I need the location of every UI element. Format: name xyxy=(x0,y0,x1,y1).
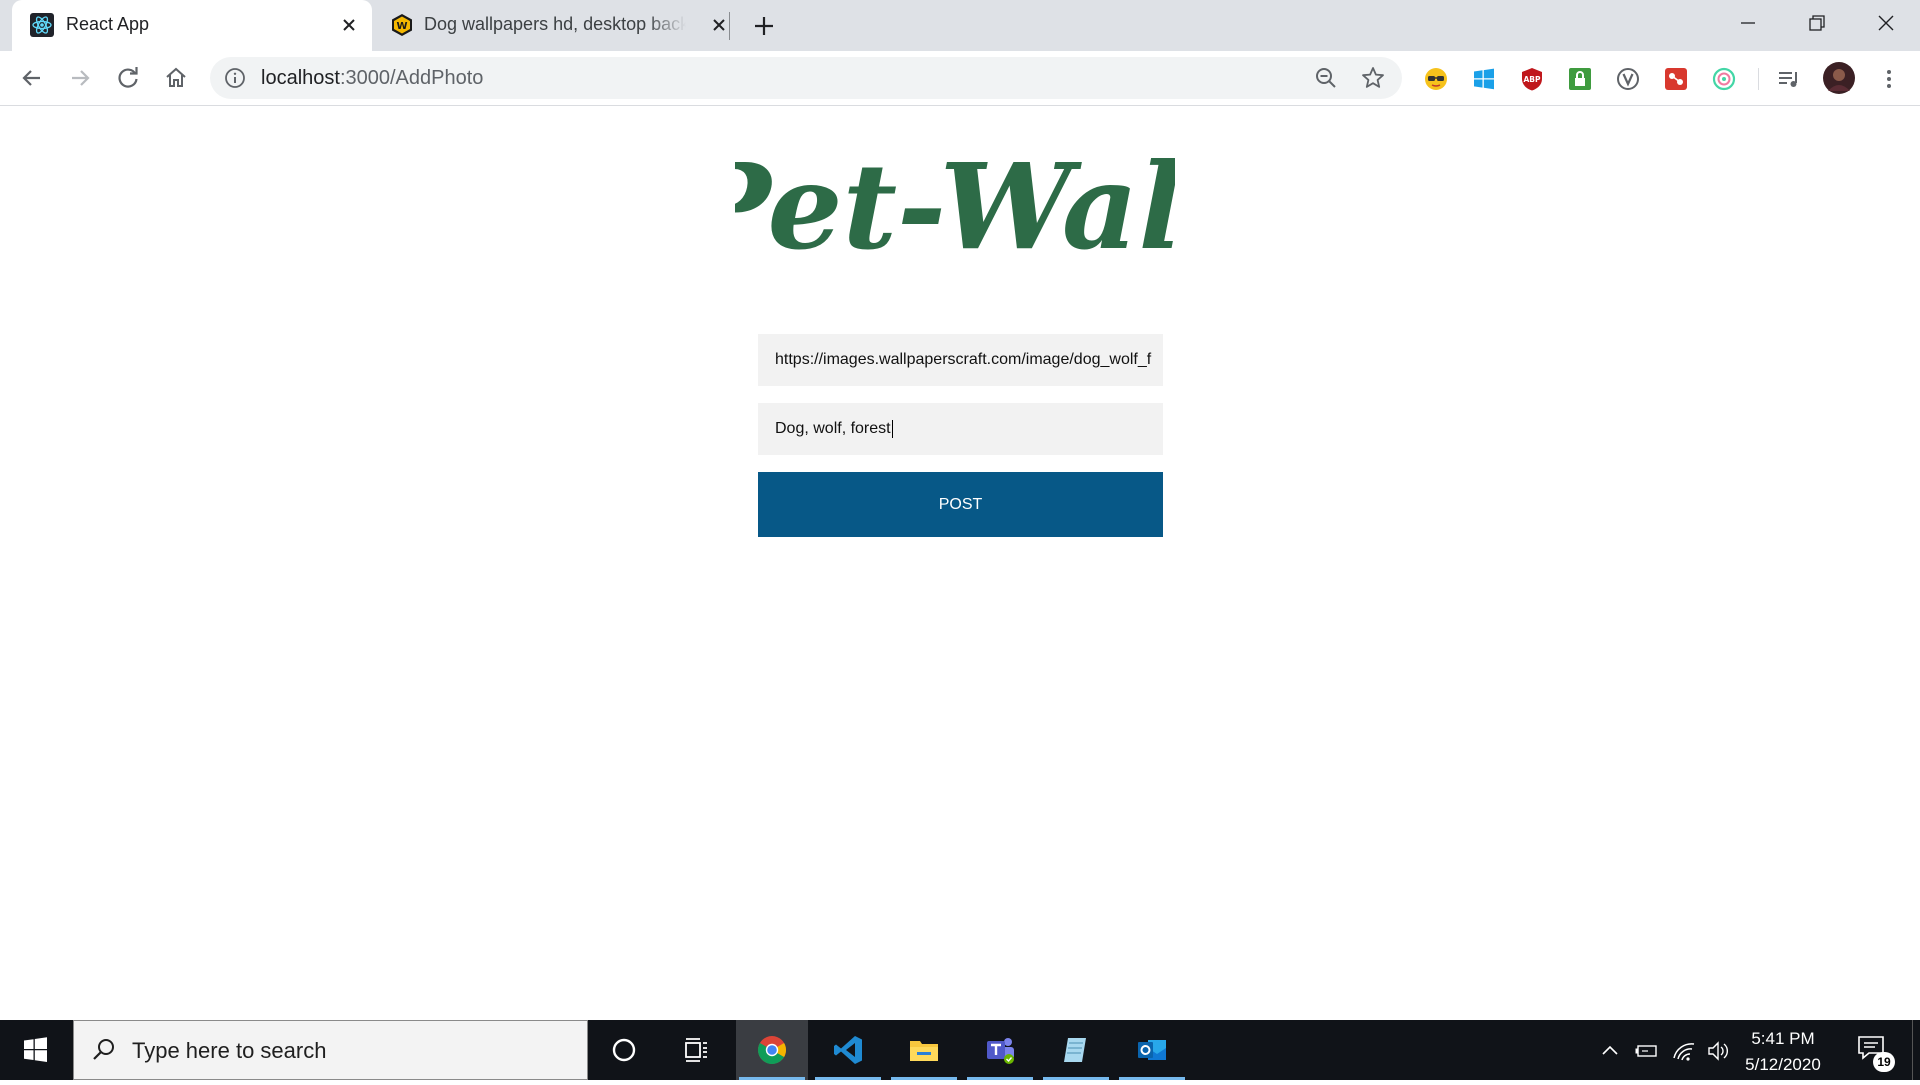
tags-input[interactable]: Dog, wolf, forest xyxy=(758,403,1163,455)
site-info-icon[interactable] xyxy=(224,67,246,89)
system-clock[interactable]: 5:41 PM 5/12/2020 xyxy=(1738,1026,1828,1078)
show-desktop-button[interactable] xyxy=(1912,1020,1920,1080)
search-icon xyxy=(90,1036,118,1064)
react-icon xyxy=(30,13,54,37)
media-control-icon[interactable] xyxy=(1776,66,1802,92)
windows-extension-icon[interactable] xyxy=(1471,66,1497,92)
clock-time: 5:41 PM xyxy=(1751,1029,1815,1048)
start-button[interactable] xyxy=(0,1020,72,1080)
wifi-icon[interactable] xyxy=(1671,1038,1697,1064)
teams-icon[interactable] xyxy=(964,1020,1036,1080)
tab-title: React App xyxy=(66,14,150,34)
taskbar-search-box[interactable]: Type here to search xyxy=(73,1020,588,1080)
post-button[interactable]: POST xyxy=(758,472,1163,537)
reload-icon[interactable] xyxy=(114,64,142,92)
file-explorer-icon[interactable] xyxy=(888,1020,960,1080)
home-icon[interactable] xyxy=(162,64,190,92)
vscode-icon[interactable] xyxy=(812,1020,884,1080)
restore-icon[interactable] xyxy=(1798,8,1834,38)
clock-date: 5/12/2020 xyxy=(1745,1055,1821,1074)
svg-text:W: W xyxy=(396,21,407,32)
v-extension-icon[interactable] xyxy=(1615,66,1641,92)
battery-icon[interactable] xyxy=(1634,1038,1660,1064)
search-placeholder: Type here to search xyxy=(132,1038,327,1063)
close-tab-icon[interactable] xyxy=(708,14,730,36)
image-url-value: https://images.wallpaperscraft.com/image… xyxy=(775,351,1152,368)
close-window-icon[interactable] xyxy=(1868,8,1904,38)
tab-separator xyxy=(729,12,730,40)
add-photo-form: https://images.wallpaperscraft.com/image… xyxy=(758,334,1163,537)
image-url-input[interactable]: https://images.wallpaperscraft.com/image… xyxy=(758,334,1163,386)
glasses-extension-icon[interactable] xyxy=(1423,66,1449,92)
back-icon[interactable] xyxy=(18,64,46,92)
tab-react-app[interactable]: React App xyxy=(12,0,372,51)
logo-text: Pet-Wall xyxy=(735,137,1175,276)
post-button-label: POST xyxy=(938,495,983,513)
new-tab-icon[interactable] xyxy=(750,12,778,40)
lock-extension-icon[interactable] xyxy=(1567,66,1593,92)
show-hidden-icons-icon[interactable] xyxy=(1597,1038,1623,1064)
adblock-extension-icon[interactable]: ABP xyxy=(1519,66,1545,92)
cortana-icon[interactable] xyxy=(588,1020,660,1080)
pet-wall-logo: Pet-Wall xyxy=(679,118,1228,278)
outlook-icon[interactable] xyxy=(1116,1020,1188,1080)
svg-text:ABP: ABP xyxy=(1523,75,1541,84)
windows-taskbar: Type here to search 5:41 PM 5/12/2020 19 xyxy=(0,1020,1920,1080)
address-bar[interactable]: localhost:3000/AddPhoto xyxy=(210,57,1402,99)
close-tab-icon[interactable] xyxy=(338,14,360,36)
minimize-icon[interactable] xyxy=(1730,8,1766,38)
red-extension-icon[interactable] xyxy=(1663,66,1689,92)
url-path: :3000/AddPhoto xyxy=(339,67,484,89)
volume-icon[interactable] xyxy=(1705,1038,1731,1064)
tab-dog-wallpapers[interactable]: W Dog wallpapers hd, desktop backgrounds xyxy=(372,0,730,51)
tab-title: Dog wallpapers hd, desktop backgrounds xyxy=(424,14,686,34)
wallpaperscraft-icon: W xyxy=(390,13,414,37)
circle-extension-icon[interactable] xyxy=(1711,66,1737,92)
notepad-icon[interactable] xyxy=(1040,1020,1112,1080)
tags-value: Dog, wolf, forest xyxy=(775,420,891,437)
notification-center-icon[interactable]: 19 xyxy=(1855,1032,1895,1072)
forward-icon[interactable] xyxy=(66,64,94,92)
notification-badge: 19 xyxy=(1873,1052,1895,1072)
chrome-icon[interactable] xyxy=(736,1020,808,1080)
url-host: localhost xyxy=(261,67,340,89)
text-caret xyxy=(891,420,893,438)
tab-strip: React App W Dog wallpapers hd, desktop b… xyxy=(0,0,1920,51)
windows-logo-icon xyxy=(24,1037,47,1062)
bookmark-star-icon[interactable] xyxy=(1360,65,1386,91)
zoom-out-icon[interactable] xyxy=(1314,66,1338,90)
avatar[interactable] xyxy=(1822,61,1856,95)
url-text: localhost:3000/AddPhoto xyxy=(261,67,483,90)
menu-kebab-icon[interactable] xyxy=(1876,66,1902,92)
task-view-icon[interactable] xyxy=(660,1020,732,1080)
toolbar-separator xyxy=(1758,68,1759,90)
browser-toolbar: localhost:3000/AddPhoto ABP xyxy=(0,51,1920,106)
